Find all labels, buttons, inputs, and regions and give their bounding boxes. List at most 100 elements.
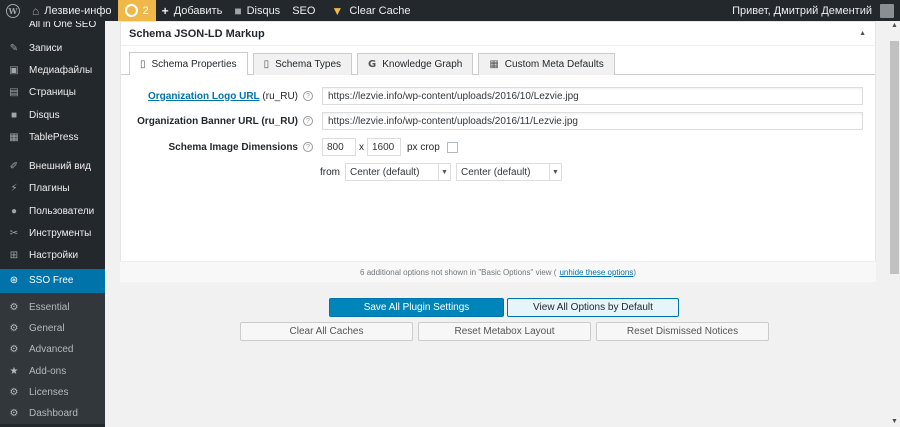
image-width-input[interactable]: 800 [322,138,356,156]
metabox-header[interactable]: Schema JSON-LD Markup ▲ [121,22,875,46]
help-icon[interactable]: ? [303,142,313,152]
settings-icon: ⊞ [9,250,19,262]
submenu-item-dashboard[interactable]: ⚙ Dashboard [0,403,105,424]
sidebar-item-plugins[interactable]: ⚡ Плагины [0,178,105,200]
pages-icon: ▤ [9,87,19,99]
logo-url-row: Organization Logo URL (ru_RU) ? https://… [121,87,863,105]
clear-cache-menu[interactable]: ▼ Clear Cache [325,0,416,21]
media-icon: ▣ [9,64,19,76]
sidebar-item-tools[interactable]: ✂ Инструменты [0,222,105,244]
sidebar-item-pages[interactable]: ▤ Страницы [0,82,105,104]
greeting: Привет, Дмитрий Дементий [732,4,872,17]
logo-url-label: Organization Logo URL (ru_RU) [121,91,298,102]
sidebar-item-label: Пользователи [29,205,95,217]
note-text: 6 additional options not shown in "Basic… [360,267,557,277]
sidebar-item-appearance[interactable]: ✐ Внешний вид [0,155,105,177]
banner-url-label: Organization Banner URL (ru_RU) [137,115,298,127]
sidebar-item-posts[interactable]: ✎ Записи [0,37,105,59]
table-icon: ▦ [9,131,19,143]
gear-icon: ⚙ [9,408,19,419]
help-icon[interactable]: ? [303,116,313,126]
scroll-thumb[interactable] [890,41,899,274]
sso-icon: ⊛ [9,275,19,287]
gear-icon: ⚙ [9,344,19,356]
tab-schema-properties[interactable]: ▯ Schema Properties [129,52,248,75]
sidebar-item-disqus[interactable]: ■ Disqus [0,104,105,126]
sidebar-item-sso-free[interactable]: ⊛ SSO Free [0,268,105,293]
reset-dismissed-notices-button[interactable]: Reset Dismissed Notices [596,322,769,341]
sidebar-item-label: Disqus [29,109,60,121]
collapse-icon[interactable]: ▲ [859,30,866,37]
dimension-separator: x [359,141,364,153]
seo-menu[interactable]: SEO [286,0,321,21]
clear-cache-label: Clear Cache [349,4,411,17]
sidebar-item-label: Инструменты [29,228,92,240]
gear-icon: ⚙ [9,386,19,398]
table-icon: ▦ [489,59,499,70]
submenu-item-advanced[interactable]: ⚙ Advanced [0,339,105,360]
home-icon: ⌂ [32,3,40,18]
gear-icon: ⚙ [9,323,19,335]
image-height-input[interactable]: 1600 [367,138,401,156]
updates-count: 2 [142,4,149,17]
metabox-tabs: ▯ Schema Properties ▯ Schema Types G Kno… [121,46,875,75]
schema-metabox: Schema JSON-LD Markup ▲ ▯ Schema Propert… [120,21,876,282]
sidebar-item-aioseo[interactable]: All in One SEO [0,21,105,30]
clear-all-caches-button[interactable]: Clear All Caches [240,322,413,341]
submenu-item-general[interactable]: ⚙ General [0,318,105,339]
my-account-menu[interactable]: Привет, Дмитрий Дементий [726,0,900,21]
crop-y-select[interactable]: Center (default) ▼ [456,163,562,181]
sidebar-item-tablepress[interactable]: ▦ TablePress [0,126,105,148]
tab-label: Schema Properties [151,58,237,70]
help-icon[interactable]: ? [303,91,313,101]
scroll-up-icon[interactable]: ▲ [889,21,900,31]
unhide-options-link[interactable]: unhide these options [559,268,633,277]
sidebar-item-label: Медиафайлы [29,64,93,76]
banner-url-input[interactable]: https://lezvie.info/wp-content/uploads/2… [322,112,863,130]
sidebar-item-settings[interactable]: ⊞ Настройки [0,245,105,267]
save-all-settings-button[interactable]: Save All Plugin Settings [329,298,504,317]
avatar [880,3,894,18]
crop-x-select[interactable]: Center (default) ▼ [345,163,451,181]
submenu-item-label: Dashboard [29,408,78,419]
submenu-item-label: Essential [29,302,70,314]
page-scrollbar[interactable]: ▲ ▼ [889,21,900,427]
wp-logo-menu[interactable]: W [0,0,26,21]
seo-label: SEO [292,4,316,17]
site-name: Лезвие-инфо [44,4,112,17]
sidebar-item-users[interactable]: ● Пользователи [0,200,105,222]
tab-knowledge-graph[interactable]: G Knowledge Graph [357,53,474,75]
admin-bar: W ⌂ Лезвие-инфо 2 + Добавить ■ Disqus SE… [0,0,900,21]
tab-label: Schema Types [275,59,342,70]
brush-icon: ✐ [9,161,19,173]
tools-icon: ✂ [9,228,19,240]
crop-x-value: Center (default) [350,166,420,178]
tab-custom-meta-defaults[interactable]: ▦ Custom Meta Defaults [478,53,615,75]
logo-url-link[interactable]: Organization Logo URL [148,91,260,102]
site-name-menu[interactable]: ⌂ Лезвие-инфо [26,0,118,21]
sidebar-item-media[interactable]: ▣ Медиафайлы [0,59,105,81]
submenu-item-essential[interactable]: ⚙ Essential [0,297,105,318]
submenu-item-addons[interactable]: ★ Add-ons [0,361,105,382]
new-content-menu[interactable]: + Добавить [156,0,229,21]
banner-url-row: Organization Banner URL (ru_RU) ? https:… [121,112,863,130]
logo-url-input[interactable]: https://lezvie.info/wp-content/uploads/2… [322,87,863,105]
sso-submenu: ⚙ Essential ⚙ General ⚙ Advanced ★ Add-o… [0,292,105,425]
disqus-menu[interactable]: ■ Disqus [228,0,286,21]
view-all-options-button[interactable]: View All Options by Default [507,298,679,317]
submenu-item-licenses[interactable]: ⚙ Licenses [0,382,105,403]
document-icon: ▯ [263,59,270,70]
tab-label: Knowledge Graph [382,59,463,70]
reset-metabox-layout-button[interactable]: Reset Metabox Layout [418,322,591,341]
sidebar-item-label: TablePress [29,131,79,143]
schema-properties-panel: Organization Logo URL (ru_RU) ? https://… [121,75,875,281]
sidebar-item-label: Настройки [29,250,79,262]
chevron-down-icon: ▼ [438,164,450,180]
sidebar-item-label: Страницы [29,87,76,99]
crop-checkbox[interactable] [446,141,458,153]
updates-menu[interactable]: 2 [117,0,156,21]
tab-schema-types[interactable]: ▯ Schema Types [252,53,353,75]
note-suffix: ) [633,267,636,277]
sidebar-item-label: Плагины [29,183,70,195]
scroll-down-icon[interactable]: ▼ [889,417,900,427]
